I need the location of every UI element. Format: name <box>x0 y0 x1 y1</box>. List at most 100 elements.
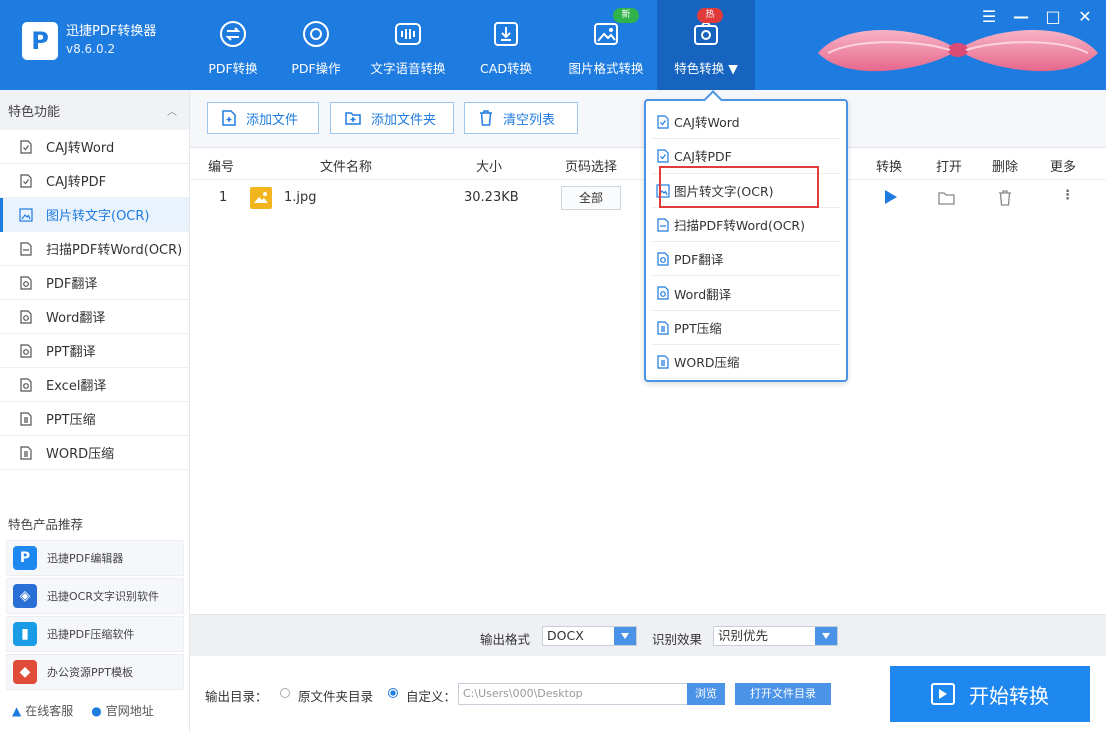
doc-icon <box>656 115 669 129</box>
row-size: 30.23KB <box>464 190 519 205</box>
menu-item[interactable]: CAJ转Word <box>652 105 840 140</box>
page-select-button[interactable]: 全部 <box>561 186 621 210</box>
output-path-input[interactable]: C:\Users\000\Desktop <box>458 683 688 705</box>
special-convert-menu: CAJ转Word CAJ转PDF 图片转文字(OCR) 扫描PDF转Word(OCR)… <box>644 99 848 382</box>
chevron-up-icon[interactable]: ︿ <box>167 103 177 118</box>
close-icon[interactable]: ✕ <box>1076 6 1094 26</box>
nav-image-format[interactable]: 新 图片格式转换 <box>555 0 657 90</box>
image-icon <box>592 20 620 48</box>
custom-folder-option[interactable]: 自定义： <box>406 686 456 705</box>
recognition-select[interactable]: 识别优先 <box>713 626 838 646</box>
app-version: v8.6.0.2 <box>66 42 116 56</box>
sidebar-item[interactable]: CAJ转PDF <box>0 164 189 198</box>
promo-banner[interactable] <box>818 18 1098 84</box>
sidebar-item[interactable]: Excel翻译 <box>0 368 189 402</box>
menu-item-label: CAJ转Word <box>674 115 740 131</box>
menu-item[interactable]: PDF翻译 <box>652 242 840 277</box>
menu-item-label: WORD压缩 <box>674 355 740 371</box>
product-item[interactable]: ◈ 迅捷OCR文字识别软件 <box>6 578 184 614</box>
open-folder-icon[interactable] <box>938 191 956 209</box>
highlight-box <box>659 166 819 208</box>
sidebar-item[interactable]: 扫描PDF转Word(OCR) <box>0 232 189 266</box>
doc-icon <box>18 139 34 155</box>
menu-item-label: PPT压缩 <box>674 320 722 336</box>
nav-text-speech[interactable]: 文字语音转换 <box>359 0 457 90</box>
product-item[interactable]: ▮ 迅捷PDF压缩软件 <box>6 616 184 652</box>
sidebar-item[interactable]: PPT翻译 <box>0 334 189 368</box>
maximize-icon[interactable]: □ <box>1044 6 1062 26</box>
sidebar-footer: ▲ 在线客服 ● 官网地址 <box>12 702 154 719</box>
sidebar-item[interactable]: PPT压缩 <box>0 402 189 436</box>
minimize-icon[interactable]: — <box>1012 6 1030 26</box>
nav-special-convert[interactable]: 热 特色转换 ▼ <box>657 0 755 90</box>
official-site-link[interactable]: ● 官网地址 <box>91 702 154 719</box>
translate-icon <box>656 252 669 266</box>
output-dir-label: 输出目录： <box>205 689 268 704</box>
sidebar-item[interactable]: CAJ转Word <box>0 130 189 164</box>
nav-cad-convert[interactable]: CAD转换 <box>457 0 555 90</box>
source-folder-option[interactable]: 原文件夹目录 <box>298 686 373 705</box>
nav-pdf-ops[interactable]: PDF操作 <box>273 0 359 90</box>
sidebar-item[interactable]: 图片转文字(OCR) <box>0 198 189 232</box>
caret-down-icon: ▼ <box>728 61 738 76</box>
output-format-select[interactable]: DOCX <box>542 626 637 646</box>
product-icon: P <box>13 546 37 570</box>
menu-item-label: PDF翻译 <box>674 252 724 268</box>
sidebar-item-label: WORD压缩 <box>46 447 115 462</box>
play-icon[interactable] <box>884 189 898 209</box>
product-item[interactable]: ◆ 办公资源PPT模板 <box>6 654 184 690</box>
col-size: 大小 <box>476 160 503 175</box>
menu-item[interactable]: WORD压缩 <box>652 345 840 380</box>
translate-icon <box>18 275 34 291</box>
scan-icon <box>18 241 34 257</box>
browse-button[interactable]: 浏览 <box>687 683 725 705</box>
compress-icon <box>656 321 669 335</box>
sidebar-item[interactable]: Word翻译 <box>0 300 189 334</box>
nav-label: PDF操作 <box>291 61 341 76</box>
clear-list-button[interactable]: 清空列表 <box>464 102 578 134</box>
nav-label: PDF转换 <box>208 61 258 76</box>
compress-icon <box>18 445 34 461</box>
disc-icon <box>302 20 330 48</box>
start-convert-button[interactable]: 开始转换 <box>890 666 1090 722</box>
product-label: 迅捷PDF编辑器 <box>47 552 124 565</box>
product-item[interactable]: P 迅捷PDF编辑器 <box>6 540 184 576</box>
delete-icon[interactable] <box>998 190 1012 210</box>
translate-icon <box>656 286 669 301</box>
nav-pdf-convert[interactable]: PDF转换 <box>193 0 273 90</box>
online-support-link[interactable]: ▲ 在线客服 <box>12 702 73 719</box>
custom-folder-radio[interactable] <box>388 688 398 698</box>
add-file-button[interactable]: 添加文件 <box>207 102 319 134</box>
sidebar-item-label: PPT压缩 <box>46 413 96 428</box>
sidebar-title: 特色功能 <box>8 104 61 120</box>
menu-item[interactable]: 扫描PDF转Word(OCR) <box>652 208 840 243</box>
compress-icon <box>656 355 669 369</box>
add-folder-button[interactable]: 添加文件夹 <box>330 102 454 134</box>
source-folder-radio[interactable] <box>280 688 290 698</box>
globe-icon: ● <box>91 703 102 718</box>
nav-label: 特色转换 ▼ <box>674 61 738 76</box>
menu-item[interactable]: Word翻译 <box>652 276 840 311</box>
sidebar-header[interactable]: 特色功能 ︿ <box>0 90 189 130</box>
nav-label: 文字语音转换 <box>370 61 446 76</box>
sidebar-item-label: Excel翻译 <box>46 379 107 394</box>
nav-label: CAD转换 <box>480 61 532 76</box>
col-page: 页码选择 <box>565 160 618 175</box>
menu-icon[interactable]: ☰ <box>980 6 998 26</box>
menu-item[interactable]: PPT压缩 <box>652 311 840 346</box>
product-label: 办公资源PPT模板 <box>47 666 133 679</box>
open-folder-button[interactable]: 打开文件目录 <box>735 683 831 705</box>
image-icon <box>18 207 34 223</box>
hot-badge: 热 <box>697 8 723 23</box>
app-logo: P <box>22 22 58 60</box>
product-label: 迅捷PDF压缩软件 <box>47 628 135 641</box>
sidebar-item[interactable]: PDF翻译 <box>0 266 189 300</box>
sidebar-item[interactable]: WORD压缩 <box>0 436 189 470</box>
more-icon[interactable]: ⋮ <box>1061 188 1074 203</box>
main-nav: PDF转换 PDF操作 文字语音转换 CAD转换 新 图片格式转换 热 特色转换… <box>193 0 755 90</box>
image-file-icon <box>250 187 272 209</box>
scan-icon <box>656 218 669 232</box>
sidebar-item-label: CAJ转PDF <box>46 175 107 190</box>
recognition-label: 识别效果 <box>652 632 703 647</box>
play-box-icon <box>931 683 955 705</box>
